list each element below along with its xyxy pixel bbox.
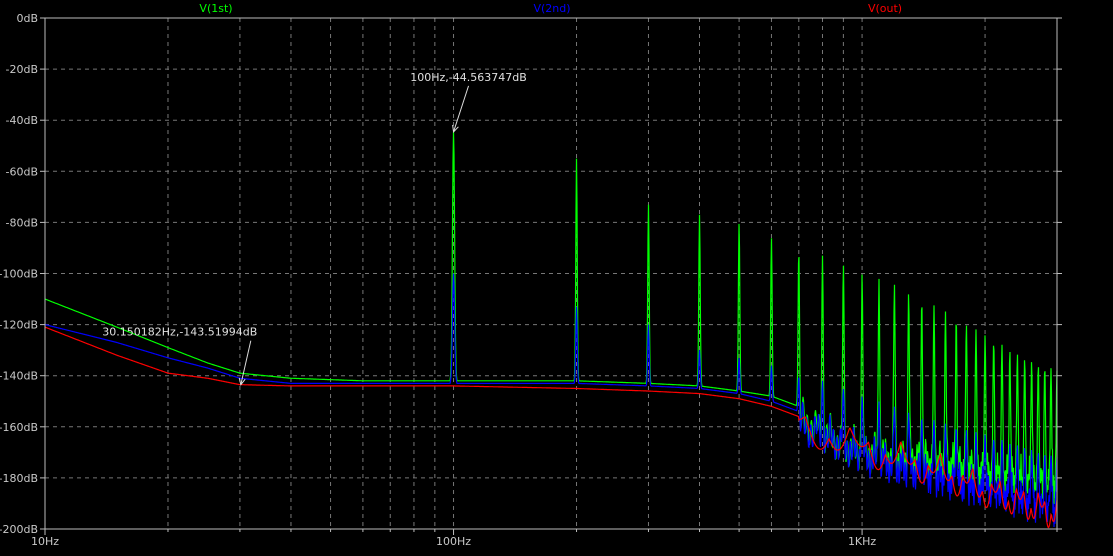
- x-tick-label: 100Hz: [436, 535, 471, 548]
- y-tick-label: -160dB: [0, 421, 38, 434]
- y-tick-label: -60dB: [6, 165, 39, 178]
- y-tick-label: -20dB: [6, 63, 39, 76]
- annotation-label: 100Hz,-44.563747dB: [410, 71, 527, 84]
- y-tick-label: -40dB: [6, 114, 39, 127]
- x-tick-label: 10Hz: [31, 535, 59, 548]
- spectrum-plot: 0dB -20dB -40dB -60dB -80dB -100dB -120dB -140d…: [0, 0, 1113, 556]
- legend-item-v-2nd-: V(2nd): [533, 2, 570, 15]
- y-tick-label: -80dB: [6, 216, 39, 229]
- y-tick-label: -140dB: [0, 370, 38, 383]
- annotation-label: 30.150182Hz,-143.51994dB: [102, 326, 257, 339]
- y-tick-label: -100dB: [0, 268, 38, 281]
- legend-item-v-1st-: V(1st): [199, 2, 232, 15]
- x-tick-label: 1KHz: [848, 535, 876, 548]
- legend-item-v-out-: V(out): [868, 2, 902, 15]
- y-tick-label: 0dB: [16, 12, 38, 25]
- y-tick-label: -120dB: [0, 319, 38, 332]
- y-tick-label: -180dB: [0, 472, 38, 485]
- plot-background: [0, 0, 1113, 556]
